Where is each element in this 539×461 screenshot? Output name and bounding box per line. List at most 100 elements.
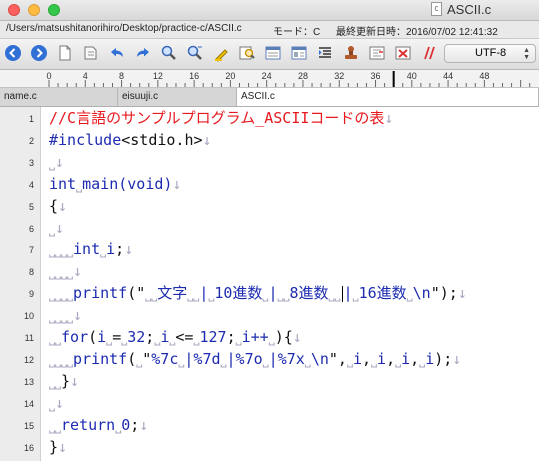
close-window-button[interactable] — [8, 4, 20, 16]
code-line[interactable]: //C言語のサンプルプログラム_ASCIIコードの表↓ — [49, 109, 393, 127]
last-modified: 最終更新日時：2016/07/02 12:41:32 — [336, 27, 498, 38]
line-number: 11 — [24, 333, 34, 343]
whitespace-marker: ↓ — [292, 328, 302, 346]
code-token: \n — [310, 349, 329, 368]
whitespace-marker: ↓ — [55, 393, 65, 412]
whitespace-marker: ⎵⎵ — [187, 284, 200, 303]
indent-button[interactable] — [315, 43, 335, 63]
line-number: 5 — [28, 201, 34, 212]
whitespace-marker: ⎵⎵ — [277, 284, 290, 303]
code-token: #include — [49, 130, 122, 149]
window-split-button[interactable] — [263, 43, 283, 63]
new-document-button[interactable] — [55, 43, 75, 63]
code-token: " — [142, 349, 152, 368]
find-next-button[interactable] — [185, 43, 205, 63]
code-token: | — [343, 284, 353, 303]
code-line[interactable]: ⎵⎵}↓ — [49, 372, 79, 390]
code-line[interactable]: ⎵⎵⎵⎵↓ — [49, 306, 82, 324]
encoding-select[interactable]: UTF-8 ▲ ▼ — [444, 44, 536, 63]
code-editor[interactable]: //C言語のサンプルプログラム_ASCIIコードの表↓ #include<stdi… — [41, 107, 539, 461]
code-line[interactable]: ⎵⎵return⎵0;↓ — [49, 416, 148, 434]
code-token: ; — [226, 328, 236, 346]
code-line[interactable]: int⎵main(void)↓ — [49, 175, 181, 193]
tab-ascii-c[interactable]: ASCII.c — [237, 88, 539, 106]
double-slash-button[interactable] — [419, 43, 439, 63]
file-info-bar: /Users/matsushitanorihiro/Desktop/practi… — [0, 21, 539, 39]
find-in-files-button[interactable] — [237, 43, 257, 63]
line-number: 8 — [28, 267, 34, 278]
line-number: 14 — [23, 398, 34, 409]
whitespace-marker: ↓ — [172, 174, 182, 193]
compare-icon — [369, 46, 385, 60]
chevron-updown-icon: ▲ ▼ — [523, 47, 530, 61]
code-token: i — [425, 349, 435, 368]
undo-icon — [111, 48, 123, 57]
code-token: (void) — [118, 174, 173, 193]
line-number: 2 — [28, 135, 34, 146]
title-bar: C ASCII.c — [0, 0, 539, 21]
new-document-icon — [59, 45, 71, 61]
tab-eisuuji-c[interactable]: eisuuji.c — [118, 88, 237, 106]
encoding-label: UTF-8 — [475, 47, 507, 59]
whitespace-marker: ⎵⎵ — [49, 415, 62, 434]
toolbar: UTF-8 ▲ ▼ — [0, 39, 539, 70]
ruler-label: 24 — [262, 71, 272, 81]
zoom-window-button[interactable] — [48, 4, 60, 16]
tab-name-c[interactable]: name.c — [0, 88, 118, 106]
code-token: printf — [73, 349, 128, 368]
code-token: int — [73, 240, 101, 259]
code-line[interactable]: ⎵⎵⎵⎵int⎵i;↓ — [49, 240, 133, 258]
open-folder-button[interactable] — [81, 43, 101, 63]
code-token: printf — [73, 284, 128, 303]
ruler-cursor-marker — [392, 71, 395, 87]
code-line[interactable]: ⎵⎵⎵⎵↓ — [49, 262, 82, 280]
whitespace-marker: ⎵⎵ — [328, 284, 341, 303]
whitespace-marker: ⎵⎵⎵⎵ — [49, 262, 74, 281]
line-number: 13 — [23, 376, 34, 387]
code-line[interactable]: {↓ — [49, 197, 67, 215]
code-line[interactable]: ⎵↓ — [49, 219, 64, 237]
whitespace-marker: ⎵⎵⎵⎵ — [49, 349, 74, 368]
undo-button[interactable] — [107, 43, 127, 63]
line-number: 16 — [23, 442, 34, 453]
window-list-button[interactable] — [289, 43, 309, 63]
code-token: , — [361, 349, 372, 368]
code-line[interactable]: }↓ — [49, 438, 67, 456]
whitespace-marker: ↓ — [457, 284, 467, 303]
highlight-icon — [215, 49, 228, 62]
no-entry-button[interactable] — [393, 43, 413, 63]
code-token: 10進数 — [214, 284, 263, 303]
code-line[interactable]: ⎵↓ — [49, 153, 64, 171]
window-title: ASCII.c — [447, 2, 492, 17]
stamp-icon — [345, 46, 357, 59]
minimize-window-button[interactable] — [28, 4, 40, 16]
code-line[interactable]: #include<stdio.h>↓ — [49, 131, 212, 149]
compare-button[interactable] — [367, 43, 387, 63]
line-number: 4 — [28, 179, 34, 190]
code-line[interactable]: ⎵↓ — [49, 394, 64, 412]
column-ruler: 0 4 8 12 16 20 24 28 32 36 40 44 48 — [0, 70, 539, 88]
code-line[interactable]: ⎵⎵⎵⎵printf(⎵"%7c⎵|%7d⎵|%7o⎵|%7x⎵\n",⎵i,⎵… — [49, 350, 461, 368]
code-token: 16進数 — [358, 284, 407, 303]
line-number: 9 — [28, 289, 34, 300]
redo-button[interactable] — [133, 43, 153, 63]
whitespace-marker: ⎵⎵ — [49, 328, 62, 346]
code-token: for — [61, 328, 89, 346]
code-line[interactable]: ⎵⎵⎵⎵printf("⎵⎵文字⎵⎵|⎵10進数⎵|⎵⎵8進数⎵⎵ |⎵16進数⎵… — [49, 284, 467, 302]
highlight-button[interactable] — [211, 43, 231, 63]
code-token: ( — [88, 328, 98, 346]
whitespace-marker: ↓ — [202, 130, 212, 149]
find-button[interactable] — [159, 43, 179, 63]
ruler-label: 36 — [371, 71, 381, 81]
double-slash-icon — [424, 46, 435, 60]
ruler-label: 40 — [407, 71, 417, 81]
code-token: i — [352, 349, 362, 368]
stamp-button[interactable] — [341, 43, 361, 63]
file-path: /Users/matsushitanorihiro/Desktop/practi… — [6, 23, 242, 34]
code-token: |%7x — [268, 349, 305, 368]
code-token: } — [49, 437, 59, 456]
forward-arrow-button[interactable] — [29, 43, 49, 63]
code-line[interactable]: ⎵⎵for(i⎵=⎵32;⎵i⎵<=⎵127;⎵i++⎵){↓ — [49, 328, 302, 346]
back-arrow-button[interactable] — [3, 43, 23, 63]
whitespace-marker: ⎵⎵⎵⎵ — [49, 240, 74, 259]
